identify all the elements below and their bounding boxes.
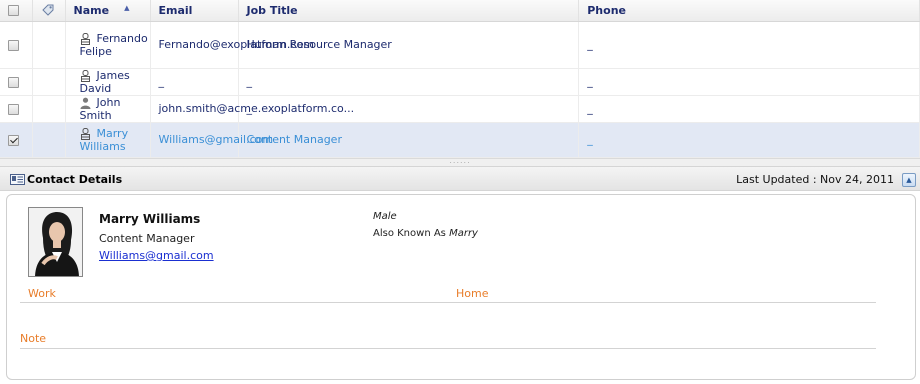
contact-nickname: Also Known As Marry <box>373 228 478 239</box>
contact-job-title: Content Manager <box>99 232 195 245</box>
table-row-selected[interactable]: Marry Williams Williams@gmail.com Conten… <box>0 122 920 158</box>
email-cell: john.smith@acme.exoplatform.co... <box>150 95 354 123</box>
avatar-photo <box>29 208 82 276</box>
row-checkbox-cell[interactable] <box>0 122 33 158</box>
name-cell[interactable]: Marry Williams <box>65 122 151 158</box>
tag-icon[interactable] <box>41 3 55 17</box>
select-all-header[interactable] <box>0 0 33 22</box>
job-title-column-header[interactable]: Job Title <box>238 0 580 22</box>
resize-handle[interactable]: ...... <box>0 157 920 166</box>
email-cell: Williams@gmail.com <box>150 122 273 158</box>
row-checkbox[interactable] <box>8 76 19 88</box>
row-checkbox[interactable] <box>8 39 19 51</box>
section-divider <box>20 348 876 349</box>
email-cell: Fernando@exoplatform.com <box>150 21 314 69</box>
email-column-label: Email <box>158 3 193 17</box>
row-checkbox-cell[interactable] <box>0 95 33 123</box>
tag-header[interactable] <box>32 0 66 22</box>
contacts-table-container: Name ▲ Email Job Title Phone Fernando Fe… <box>0 0 920 160</box>
name-column-label: Name <box>73 3 110 17</box>
table-header-row: Name ▲ Email Job Title Phone <box>0 0 920 22</box>
select-all-checkbox[interactable] <box>8 5 19 17</box>
contact-details-bar: Contact Details Last Updated : Nov 24, 2… <box>0 166 920 191</box>
contact-display-name: Marry Williams <box>99 212 201 226</box>
phone-cell: _ <box>578 21 920 69</box>
last-updated-text: Last Updated : Nov 24, 2011 <box>736 173 894 186</box>
work-section-label: Work <box>28 287 56 300</box>
row-tag-cell <box>32 68 66 96</box>
name-cell[interactable]: James David <box>65 68 151 96</box>
name-cell[interactable]: John Smith <box>65 95 151 123</box>
row-checkbox-cell[interactable] <box>0 21 33 69</box>
person-icon <box>80 97 90 109</box>
sort-ascending-icon[interactable]: ▲ <box>124 4 129 12</box>
contact-details-heading: Contact Details <box>10 173 122 186</box>
table-row[interactable]: John Smith john.smith@acme.exoplatform.c… <box>0 95 920 123</box>
row-tag-cell <box>32 21 66 69</box>
table-row[interactable]: Fernando Felipe Fernando@exoplatform.com… <box>0 21 920 69</box>
row-checkbox-checked[interactable] <box>8 134 19 146</box>
job-title-cell: _ <box>238 68 580 96</box>
nickname-value: Marry <box>449 228 478 239</box>
name-column-header[interactable]: Name ▲ <box>65 0 151 22</box>
contact-card-icon <box>10 174 25 185</box>
email-column-header[interactable]: Email <box>150 0 239 22</box>
phone-column-header[interactable]: Phone <box>578 0 920 22</box>
arrow-up-icon: ▲ <box>906 176 912 184</box>
contacts-table: Name ▲ Email Job Title Phone Fernando Fe… <box>0 0 920 158</box>
shared-contact-icon <box>80 69 90 82</box>
name-cell[interactable]: Fernando Felipe <box>65 21 151 69</box>
row-checkbox[interactable] <box>8 103 19 115</box>
avatar <box>28 207 83 277</box>
email-cell: _ <box>150 68 239 96</box>
contact-detail-panel: Marry Williams Content Manager Williams@… <box>6 194 916 380</box>
shared-contact-icon <box>80 32 90 45</box>
row-tag-cell <box>32 95 66 123</box>
job-title-cell: Content Manager <box>238 122 580 158</box>
row-tag-cell <box>32 122 66 158</box>
phone-column-label: Phone <box>587 3 626 17</box>
phone-cell: _ <box>578 95 920 123</box>
section-divider <box>20 302 876 303</box>
contact-details-title: Contact Details <box>27 173 123 186</box>
shared-contact-icon <box>80 127 90 140</box>
contact-gender: Male <box>373 211 397 222</box>
contact-email-link[interactable]: Williams@gmail.com <box>99 249 214 262</box>
job-title-cell: Human Resource Manager <box>238 21 580 69</box>
row-checkbox-cell[interactable] <box>0 68 33 96</box>
phone-cell: _ <box>578 122 920 158</box>
home-section-label: Home <box>456 287 489 300</box>
phone-cell: _ <box>578 68 920 96</box>
note-section-label: Note <box>20 332 47 345</box>
job-title-column-label: Job Title <box>246 3 298 17</box>
table-row[interactable]: James David _ _ _ <box>0 68 920 96</box>
nickname-label: Also Known As <box>373 228 446 239</box>
collapse-button[interactable]: ▲ <box>902 173 916 187</box>
